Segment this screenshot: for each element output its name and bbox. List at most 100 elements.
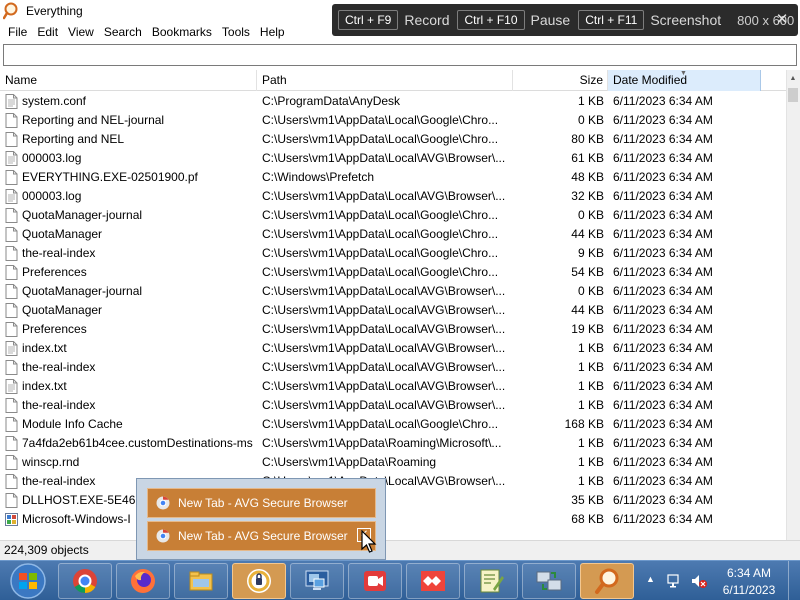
- scroll-up-arrow-icon[interactable]: ▲: [786, 70, 800, 86]
- file-date-modified: 6/11/2023 6:34 AM: [613, 170, 713, 184]
- scrollbar-thumb[interactable]: [788, 88, 798, 102]
- menu-help[interactable]: Help: [255, 22, 290, 42]
- file-size: 1 KB: [577, 455, 604, 469]
- file-date-modified: 6/11/2023 6:34 AM: [613, 360, 713, 374]
- anydesk-icon: [421, 571, 445, 591]
- preview-tab-item[interactable]: New Tab - AVG Secure Browser ✕: [147, 521, 376, 551]
- file-name: QuotaManager: [22, 227, 103, 241]
- table-row[interactable]: 000003.log C:\Users\vm1\AppData\Local\AVG…: [0, 149, 786, 168]
- taskbar-button-everything-search[interactable]: [580, 563, 634, 599]
- menu-view[interactable]: View: [63, 22, 99, 42]
- system-tray: ▲ 6:34 AM 6/11/2023: [640, 561, 800, 600]
- table-row[interactable]: index.txt C:\Users\vm1\AppData\Local\AVG\…: [0, 377, 786, 396]
- recorder-close-button[interactable]: ✕: [772, 10, 792, 30]
- menu-tools[interactable]: Tools: [217, 22, 255, 42]
- table-row[interactable]: the-real-indexC:\Users\vm1\AppData\Local…: [0, 396, 786, 415]
- taskbar-button-text-editor[interactable]: [464, 563, 518, 599]
- object-count: 224,309 objects: [4, 543, 89, 557]
- table-row[interactable]: QuotaManager C:\Users\vm1\AppData\Local\A…: [0, 301, 786, 320]
- file-icon: [5, 322, 18, 337]
- table-row[interactable]: Reporting and NEL-journal C:\Users\vm1\Ap…: [0, 111, 786, 130]
- search-input[interactable]: [3, 44, 797, 66]
- browser-icon: [156, 529, 170, 543]
- taskbar-button-avg-browser[interactable]: [232, 563, 286, 599]
- avg-browser-icon: [247, 569, 271, 593]
- file-size: 54 KB: [571, 265, 604, 279]
- taskbar-button-anydesk[interactable]: [406, 563, 460, 599]
- file-name: winscp.rnd: [22, 455, 80, 469]
- screenshot-button[interactable]: Screenshot: [650, 12, 721, 28]
- table-row[interactable]: the-real-indexC:\Users\vm1\AppData\Local…: [0, 244, 786, 263]
- table-row[interactable]: Preferences C:\Users\vm1\AppData\Local\AV…: [0, 320, 786, 339]
- file-date-modified: 6/11/2023 6:34 AM: [613, 341, 713, 355]
- column-header-size[interactable]: Size: [513, 70, 608, 91]
- file-date-modified: 6/11/2023 6:34 AM: [613, 398, 713, 412]
- file-name: index.txt: [22, 341, 67, 355]
- text-editor-icon: [480, 569, 504, 593]
- file-name: Preferences: [22, 265, 87, 279]
- taskbar-button-chrome[interactable]: [58, 563, 112, 599]
- file-size: 1 KB: [577, 398, 604, 412]
- vertical-scrollbar[interactable]: [786, 70, 800, 540]
- table-row[interactable]: QuotaManager-journal C:\Users\vm1\AppData…: [0, 206, 786, 225]
- column-header-name[interactable]: Name: [0, 70, 257, 91]
- table-row[interactable]: QuotaManager C:\Users\vm1\AppData\Local\G…: [0, 225, 786, 244]
- file-date-modified: 6/11/2023 6:34 AM: [613, 227, 713, 241]
- taskbar-button-file-explorer[interactable]: [174, 563, 228, 599]
- menu-search[interactable]: Search: [99, 22, 147, 42]
- file-size: 35 KB: [571, 493, 604, 507]
- windows-start-button[interactable]: [2, 562, 54, 600]
- table-row[interactable]: 7a4fda2eb61b4cee.customDestinations-ms C:…: [0, 434, 786, 453]
- taskbar: ▲ 6:34 AM 6/11/2023: [0, 560, 800, 600]
- table-row[interactable]: DLLHOST.EXE-5E46FA 35 KB 6/11/2023 6:34 AM: [0, 491, 786, 510]
- file-icon: [5, 436, 18, 451]
- file-icon: [5, 398, 18, 413]
- menu-edit[interactable]: Edit: [32, 22, 63, 42]
- clock-time[interactable]: 6:34 AM: [714, 566, 784, 580]
- show-desktop-button[interactable]: [788, 561, 800, 600]
- file-size: 0 KB: [577, 208, 604, 222]
- table-row[interactable]: index.txt C:\Users\vm1\AppData\Local\AVG\…: [0, 339, 786, 358]
- file-size: 1 KB: [577, 436, 604, 450]
- text-file-icon: [5, 151, 18, 166]
- menu-bookmarks[interactable]: Bookmarks: [147, 22, 217, 42]
- table-row[interactable]: EVERYTHING.EXE-02501900.pf C:\Windows\Pre…: [0, 168, 786, 187]
- record-shortcut: Ctrl + F9: [338, 10, 399, 30]
- file-size: 32 KB: [571, 189, 604, 203]
- file-date-modified: 6/11/2023 6:34 AM: [613, 189, 713, 203]
- taskbar-button-remote-desktop[interactable]: [290, 563, 344, 599]
- taskbar-button-firefox[interactable]: [116, 563, 170, 599]
- file-date-modified: 6/11/2023 6:34 AM: [613, 303, 713, 317]
- show-hidden-icons-icon[interactable]: ▲: [646, 574, 655, 584]
- column-header-path[interactable]: Path: [257, 70, 513, 91]
- volume-muted-icon[interactable]: [690, 572, 708, 590]
- table-row[interactable]: QuotaManager-journal C:\Users\vm1\AppData…: [0, 282, 786, 301]
- file-path: C:\Users\vm1\AppData\Roaming: [262, 455, 437, 469]
- network-transfer-icon: [536, 571, 562, 591]
- network-icon[interactable]: [666, 572, 684, 590]
- taskbar-button-network-transfer[interactable]: [522, 563, 576, 599]
- clock-date[interactable]: 6/11/2023: [714, 583, 784, 597]
- table-row[interactable]: winscp.rnd C:\Users\vm1\AppData\Roaming 1 …: [0, 453, 786, 472]
- table-row[interactable]: the-real-indexC:\Users\vm1\AppData\Local…: [0, 472, 786, 491]
- table-row[interactable]: system.conf C:\ProgramData\AnyDesk 1 KB 6/1…: [0, 92, 786, 111]
- file-path: C:\Users\vm1\AppData\Local\AVG\Browser\.…: [262, 303, 506, 317]
- table-row[interactable]: 000003.log C:\Users\vm1\AppData\Local\AVG…: [0, 187, 786, 206]
- record-button[interactable]: Record: [404, 12, 449, 28]
- file-icon: [5, 493, 18, 508]
- column-header-row: Name Path Size Date Modified: [0, 70, 786, 91]
- table-row[interactable]: Module Info Cache C:\Users\vm1\AppData\Lo…: [0, 415, 786, 434]
- table-row[interactable]: the-real-indexC:\Users\vm1\AppData\Local…: [0, 358, 786, 377]
- file-size: 19 KB: [571, 322, 604, 336]
- mouse-cursor-icon: [361, 530, 377, 553]
- pause-button[interactable]: Pause: [531, 12, 571, 28]
- table-row[interactable]: Preferences C:\Users\vm1\AppData\Local\Go…: [0, 263, 786, 282]
- table-row[interactable]: Microsoft-Windows-Iwinevt\Logs68 KB6/11/…: [0, 510, 786, 529]
- file-date-modified: 6/11/2023 6:34 AM: [613, 284, 713, 298]
- file-date-modified: 6/11/2023 6:34 AM: [613, 132, 713, 146]
- file-name: EVERYTHING.EXE-02501900.pf: [22, 170, 198, 184]
- preview-tab-item[interactable]: New Tab - AVG Secure Browser: [147, 488, 376, 518]
- table-row[interactable]: Reporting and NEL C:\Users\vm1\AppData\Lo…: [0, 130, 786, 149]
- menu-file[interactable]: File: [3, 22, 32, 42]
- taskbar-button-screen-recorder[interactable]: [348, 563, 402, 599]
